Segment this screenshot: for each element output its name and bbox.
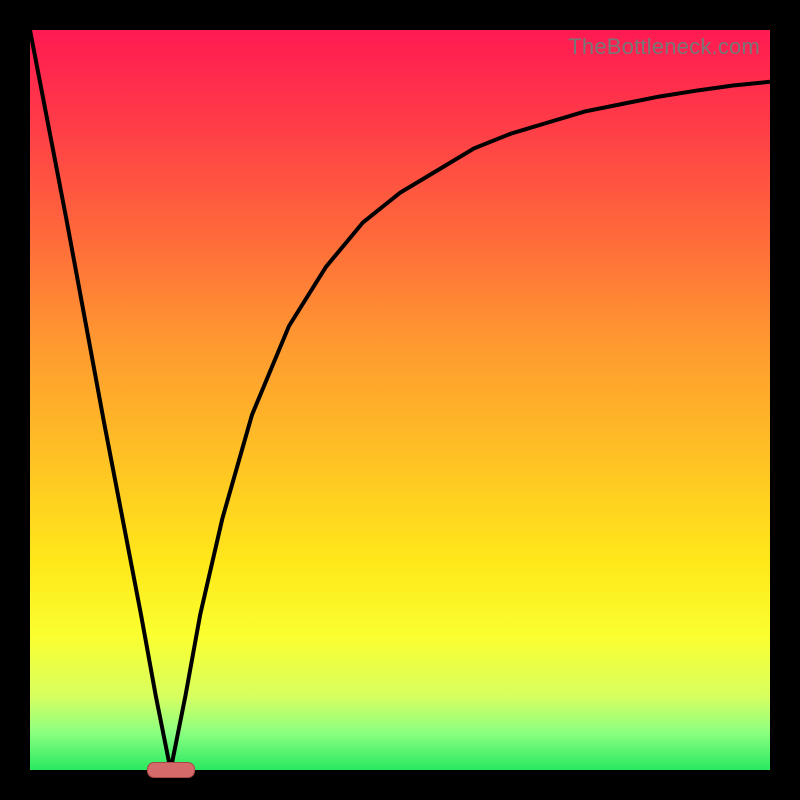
left-line-path — [30, 30, 171, 770]
right-curve-path — [171, 82, 770, 770]
chart-frame: TheBottleneck.com — [0, 0, 800, 800]
curve-layer — [30, 30, 770, 770]
optimum-marker — [147, 762, 195, 778]
plot-area: TheBottleneck.com — [30, 30, 770, 770]
